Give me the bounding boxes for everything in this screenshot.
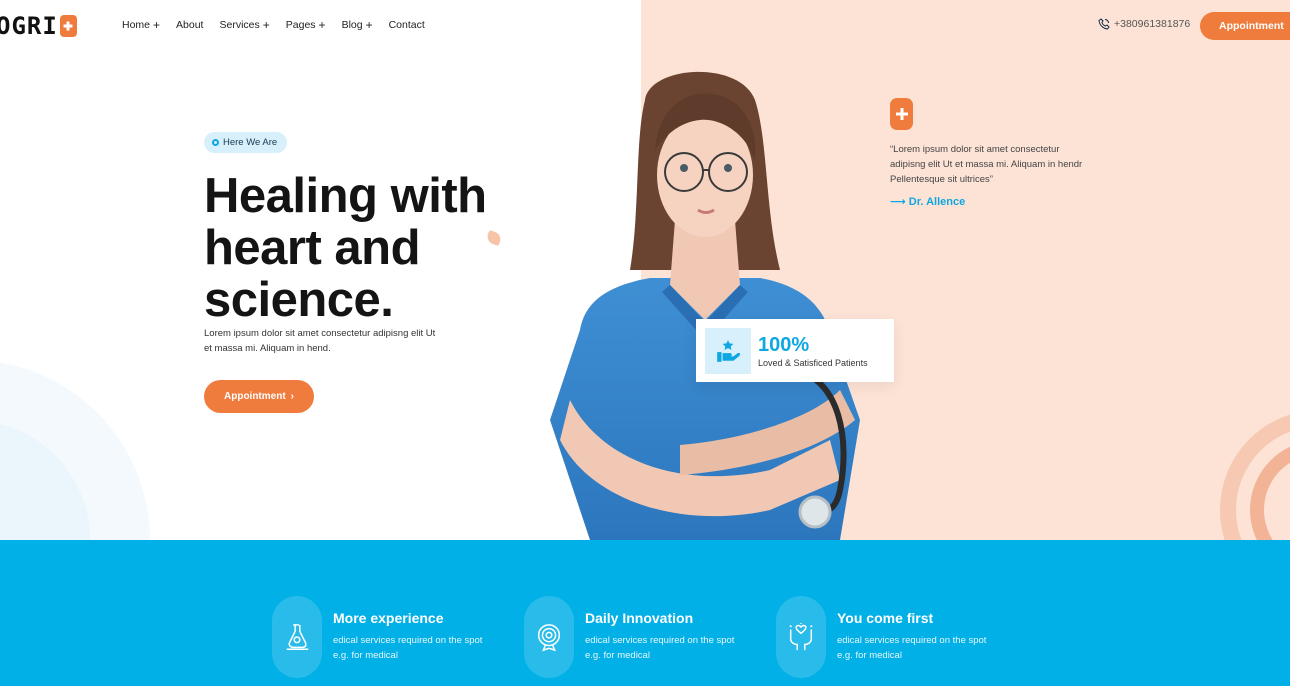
stat-value: 100% — [758, 333, 810, 356]
decor-petal — [485, 229, 503, 247]
plus-badge-icon — [890, 98, 913, 130]
page: OGRI Home + About Services + Pages + Blo… — [0, 0, 1290, 686]
nav-item-blog[interactable]: Blog + — [342, 18, 373, 32]
hero-title-line: heart and — [204, 221, 421, 275]
plus-icon: + — [318, 18, 326, 32]
nav-item-home[interactable]: Home + — [122, 18, 160, 32]
nav-label: Pages — [285, 19, 316, 31]
chevron-right-icon: › — [290, 391, 294, 402]
plus-icon: + — [153, 18, 161, 32]
feature-text: You come first edical services required … — [837, 596, 1007, 678]
award-hand-icon — [705, 327, 751, 374]
microscope-icon — [272, 596, 322, 678]
feature-line: e.g. for medical — [333, 650, 398, 661]
feature-text: More experience edical services required… — [333, 596, 503, 678]
logo[interactable]: OGRI — [0, 12, 77, 40]
button-label: Appointment — [224, 391, 286, 402]
nav-label: Blog — [341, 19, 363, 31]
heart-hands-icon — [776, 596, 826, 678]
feature-you-come-first: You come first edical services required … — [776, 596, 1007, 678]
feature-more-experience: More experience edical services required… — [272, 596, 503, 678]
phone-icon — [1098, 18, 1110, 30]
feature-line: e.g. for medical — [585, 650, 650, 661]
feature-line: e.g. for medical — [837, 650, 902, 661]
feature-title: Daily Innovation — [585, 610, 694, 626]
feature-daily-innovation: Daily Innovation edical services require… — [524, 596, 755, 678]
nav-item-about[interactable]: About — [176, 18, 203, 32]
nav-item-contact[interactable]: Contact — [389, 18, 425, 32]
nav-item-services[interactable]: Services + — [219, 18, 269, 32]
doctor-image — [550, 71, 860, 540]
nav-label: Contact — [388, 19, 425, 31]
plus-icon: + — [262, 18, 270, 32]
feature-description: edical services required on the spot e.g… — [333, 633, 503, 663]
feature-description: edical services required on the spot e.g… — [837, 633, 1007, 663]
nav-label: Services — [219, 19, 260, 31]
hero-title-line: science. — [204, 273, 394, 327]
hero-title-line: Healing with — [204, 169, 487, 223]
testimonial-quote: “Lorem ipsum dolor sit amet consectetur … — [890, 144, 1083, 185]
arrow-right-icon: ⟶ — [890, 196, 906, 208]
phone-number: +380961381876 — [1114, 18, 1191, 30]
nav-label: Home — [122, 19, 151, 31]
logo-text: OGRI — [0, 12, 58, 40]
feature-title: More experience — [333, 610, 444, 626]
hero-appointment-button[interactable]: Appointment › — [204, 380, 314, 413]
feature-line: edical services required on the spot — [333, 635, 483, 646]
phone-link[interactable]: +380961381876 — [1098, 18, 1190, 30]
testimonial-author: ⟶ Dr. Allence — [890, 195, 966, 209]
stat-card: 100% Loved & Satisficed Patients — [696, 319, 894, 382]
nav-item-pages[interactable]: Pages + — [286, 18, 326, 32]
stat-text: 100% Loved & Satisficed Patients — [758, 334, 868, 368]
author-name: Dr. Allence — [908, 195, 966, 208]
badge-label: Here We Are — [223, 137, 278, 148]
plus-icon: + — [365, 18, 373, 32]
circle-dot-icon — [212, 139, 219, 146]
feature-title: You come first — [837, 610, 934, 626]
logo-plus-icon — [59, 15, 77, 37]
hero-title: Healing with heart and science. — [204, 170, 487, 326]
nav-label: About — [176, 19, 204, 31]
feature-line: edical services required on the spot — [837, 635, 987, 646]
feature-line: edical services required on the spot — [585, 635, 735, 646]
hero-description: Lorem ipsum dolor sit amet consectetur a… — [204, 328, 436, 354]
main-nav: Home + About Services + Pages + Blog + C… — [122, 18, 425, 32]
hero-badge: Here We Are — [204, 132, 288, 153]
target-icon — [524, 596, 574, 678]
site-header: OGRI Home + About Services + Pages + Blo… — [0, 0, 1290, 52]
stat-label: Loved & Satisficed Patients — [758, 357, 868, 368]
header-appointment-button[interactable]: Appointment — [1200, 12, 1290, 40]
feature-description: edical services required on the spot e.g… — [585, 633, 755, 663]
feature-text: Daily Innovation edical services require… — [585, 596, 755, 678]
